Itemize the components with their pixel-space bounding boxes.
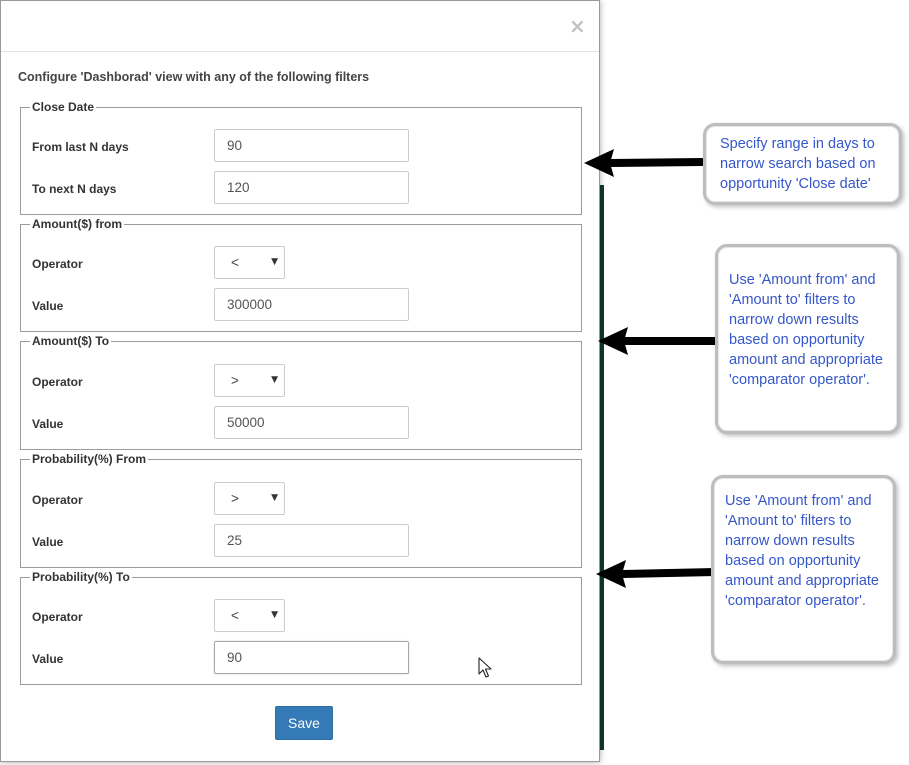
probability-from-value-input[interactable] [214,524,409,557]
configure-dashboard-dialog: × Configure 'Dashborad' view with any of… [0,0,600,762]
probability-to-operator-label: Operator [32,610,83,624]
amount-from-value-input[interactable] [214,288,409,321]
amount-to-value-input[interactable] [214,406,409,439]
probability-from-fieldset: Probability(%) From Operator > ▼ Value [20,452,582,568]
dialog-intro-text: Configure 'Dashborad' view with any of t… [18,70,370,84]
amount-from-value-label: Value [32,299,64,313]
from-last-n-days-label: From last N days [32,140,129,154]
chevron-down-icon: ▼ [271,375,278,385]
probability-to-value-input[interactable] [214,641,409,674]
chevron-down-icon: ▼ [271,257,278,267]
amount-from-operator-select[interactable]: < ▼ [214,246,285,279]
probability-to-operator-value: < [231,608,239,623]
probability-to-fieldset: Probability(%) To Operator < ▼ Value [20,570,582,685]
amount-callout: Use 'Amount from' and 'Amount to' filter… [715,244,900,434]
save-button[interactable]: Save [275,706,333,740]
probability-from-operator-select[interactable]: > ▼ [214,482,285,515]
amount-to-operator-value: > [231,373,239,388]
from-last-n-days-input[interactable] [214,129,409,162]
amount-to-value-label: Value [32,417,64,431]
to-next-n-days-input[interactable] [214,171,409,204]
chevron-down-icon: ▼ [271,493,278,503]
arrow-left-icon [584,149,706,177]
amount-from-fieldset: Amount($) from Operator < ▼ Value [20,217,582,332]
amount-to-fieldset: Amount($) To Operator > ▼ Value [20,334,582,450]
amount-from-operator-label: Operator [32,257,83,271]
amount-to-operator-select[interactable]: > ▼ [214,364,285,397]
probability-to-operator-select[interactable]: < ▼ [214,599,285,632]
probability-from-operator-value: > [231,491,239,506]
probability-from-value-label: Value [32,535,64,549]
probability-callout: Use 'Amount from' and 'Amount to' filter… [711,475,896,664]
mouse-cursor-icon [478,657,492,678]
probability-from-legend: Probability(%) From [32,452,147,466]
amount-to-legend: Amount($) To [32,334,110,348]
probability-from-operator-label: Operator [32,493,83,507]
amount-to-operator-label: Operator [32,375,83,389]
arrow-left-icon [596,560,719,588]
to-next-n-days-label: To next N days [32,182,117,196]
close-date-legend: Close Date [32,100,95,114]
probability-to-legend: Probability(%) To [32,570,130,584]
amount-from-operator-value: < [231,255,239,270]
probability-to-value-label: Value [32,652,64,666]
close-icon[interactable]: × [569,15,586,37]
close-date-callout: Specify range in days to narrow search b… [703,123,902,205]
amount-from-legend: Amount($) from [32,217,122,231]
arrow-left-icon [598,327,721,355]
chevron-down-icon: ▼ [271,610,278,620]
close-date-fieldset: Close Date From last N days To next N da… [20,100,582,215]
dialog-header: × [1,1,599,52]
